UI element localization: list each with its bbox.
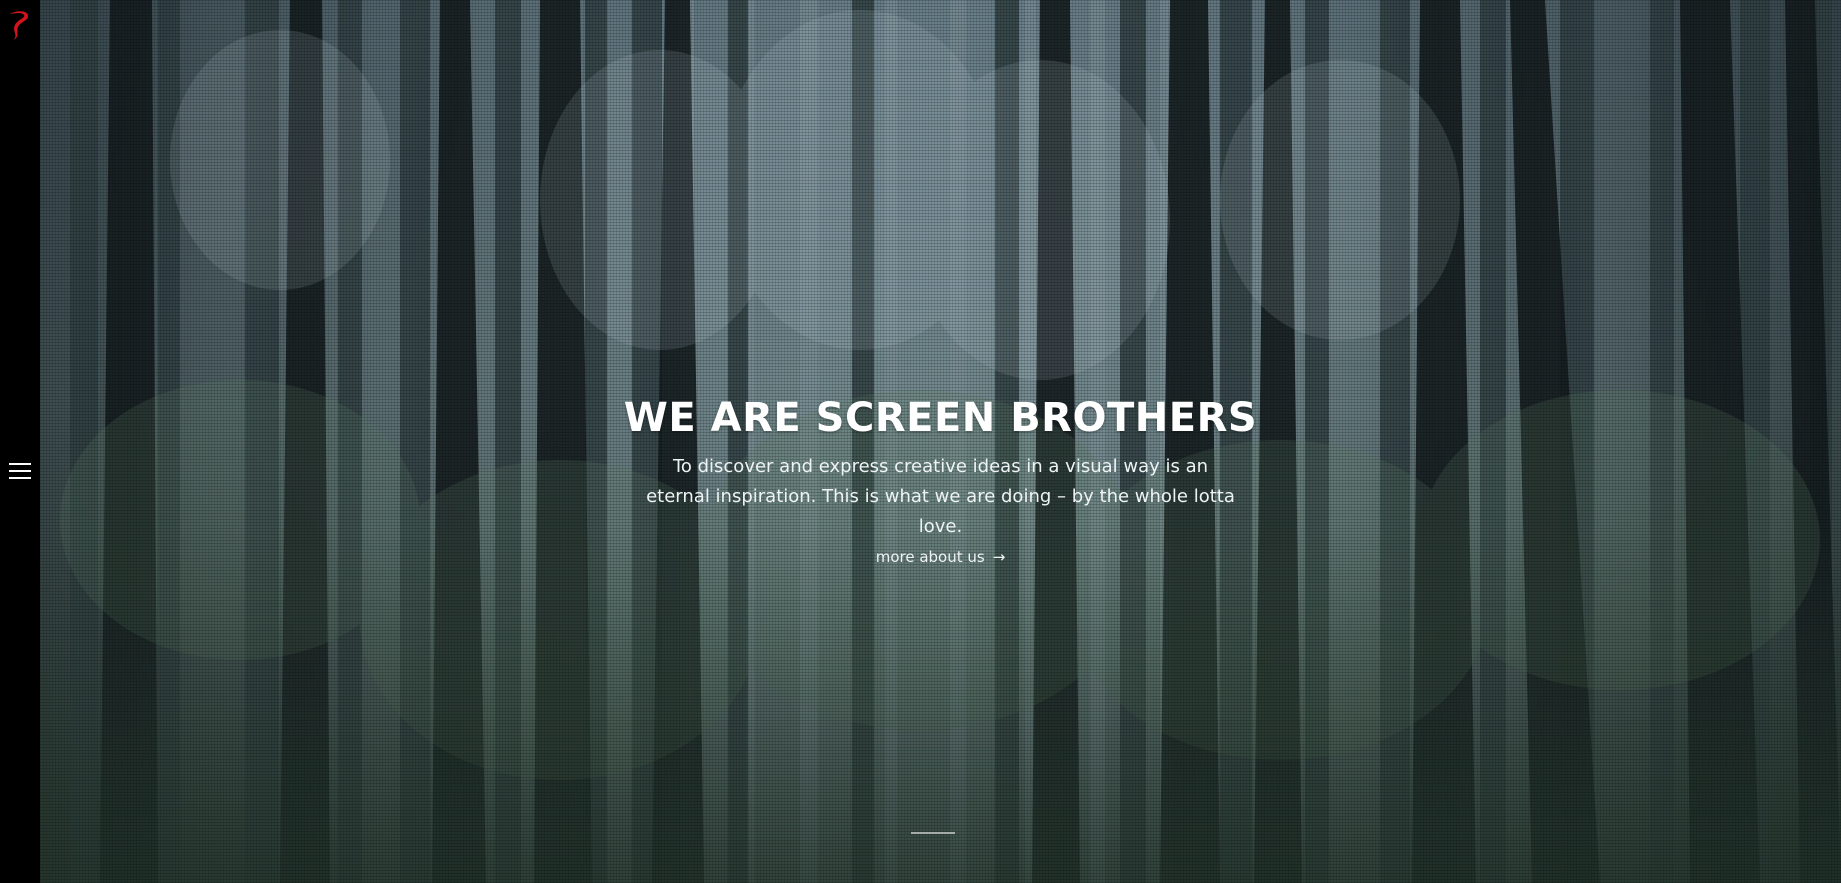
slide-indicator[interactable] <box>911 832 955 834</box>
hero-title: WE ARE SCREEN BROTHERS <box>623 395 1258 441</box>
logo[interactable] <box>6 8 32 42</box>
sidebar <box>0 0 40 883</box>
hero-content: WE ARE SCREEN BROTHERS To discover and e… <box>40 390 1841 566</box>
arrow-right-icon: → <box>992 548 1006 566</box>
hero-lead: To discover and express creative ideas i… <box>646 456 1235 537</box>
screen-brothers-logo-icon <box>10 11 28 40</box>
more-about-us-link[interactable]: more about us → <box>876 548 1006 566</box>
hamburger-menu-icon <box>9 463 31 479</box>
hero-section: WE ARE SCREEN BROTHERS To discover and e… <box>40 0 1841 883</box>
more-about-us-label: more about us <box>875 548 985 566</box>
menu-button[interactable] <box>8 460 32 482</box>
